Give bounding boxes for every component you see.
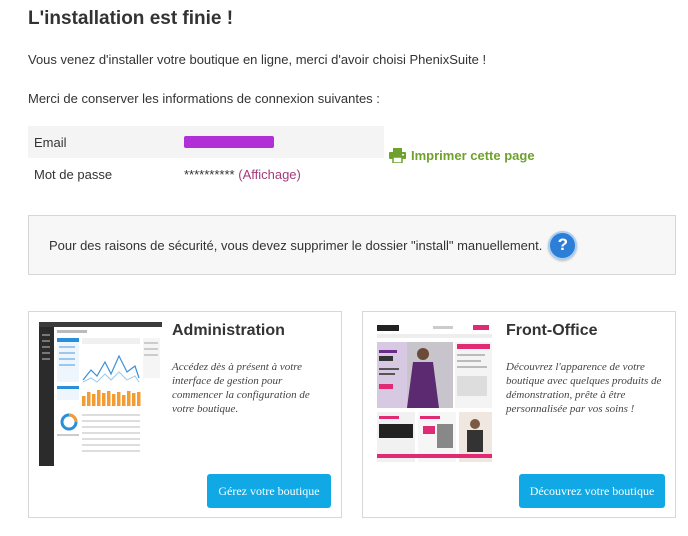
password-value: ********** xyxy=(184,166,235,182)
front-office-card-description: Découvrez l'apparence de votre boutique … xyxy=(506,361,662,415)
admin-card-description: Accédez dès à présent à votre interface … xyxy=(172,361,310,415)
security-notice-text: Pour des raisons de sécurité, vous devez… xyxy=(49,237,543,253)
front-office-screenshot-thumbnail xyxy=(373,322,496,466)
credentials-table: Email Mot de passe ********** (Affichage… xyxy=(28,126,384,190)
admin-card-title: Administration xyxy=(172,322,285,339)
email-label: Email xyxy=(34,134,67,150)
page-title: L'installation est finie ! xyxy=(28,8,234,29)
intro-text: Vous venez d'installer votre boutique en… xyxy=(28,52,487,67)
keep-info-text: Merci de conserver les informations de c… xyxy=(28,91,380,106)
front-office-card-title: Front-Office xyxy=(506,322,598,339)
discover-shop-button[interactable]: Découvrez votre boutique xyxy=(519,474,665,508)
show-password-link[interactable]: Affichage xyxy=(243,167,297,182)
print-label: Imprimer cette page xyxy=(411,148,535,163)
admin-card: Administration Accédez dès à présent à v… xyxy=(28,311,342,518)
question-mark-icon[interactable]: ? xyxy=(548,230,578,260)
printer-icon xyxy=(389,148,406,163)
print-page-link[interactable]: Imprimer cette page xyxy=(389,148,535,163)
security-alert: Pour des raisons de sécurité, vous devez… xyxy=(28,215,676,275)
email-row: Email xyxy=(28,126,384,158)
password-row: Mot de passe ********** (Affichage) xyxy=(28,158,384,190)
manage-shop-button[interactable]: Gérez votre boutique xyxy=(207,474,331,508)
admin-screenshot-thumbnail xyxy=(39,322,162,466)
front-office-card: Front-Office Découvrez l'apparence de vo… xyxy=(362,311,676,518)
password-label: Mot de passe xyxy=(34,166,113,182)
show-close-paren: ) xyxy=(296,166,301,182)
email-value-redacted xyxy=(184,136,274,148)
